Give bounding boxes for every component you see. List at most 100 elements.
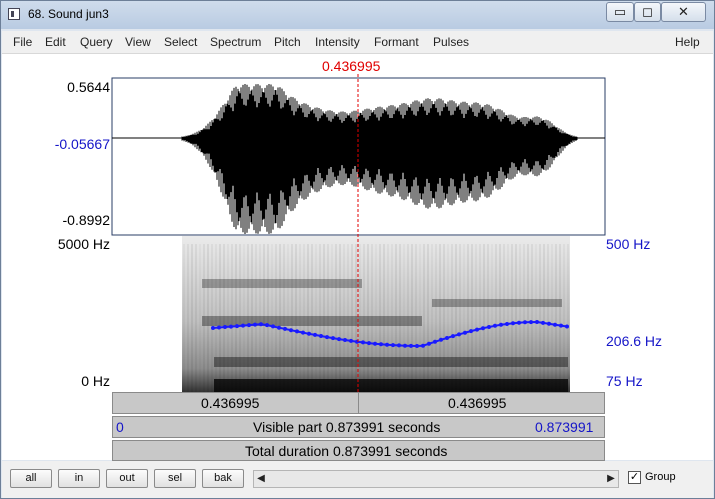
pitch-point xyxy=(283,326,287,331)
pitch-point xyxy=(235,324,239,329)
spectrogram-band xyxy=(214,379,568,393)
pitch-point xyxy=(307,331,311,336)
pitch-point xyxy=(463,330,467,335)
zoom-in-button[interactable]: in xyxy=(58,469,100,488)
pitch-point xyxy=(289,328,293,333)
pitch-point xyxy=(217,325,221,330)
spectrogram-band xyxy=(214,357,568,367)
pitch-point xyxy=(451,334,455,339)
scroll-left-icon[interactable]: ◀ xyxy=(254,471,268,487)
menu-edit[interactable]: Edit xyxy=(45,35,66,49)
pitch-point xyxy=(409,343,413,348)
segment-divider xyxy=(358,393,359,413)
pitch-point xyxy=(259,322,263,327)
pitch-point xyxy=(379,342,383,347)
left-segment-duration: 0.436995 xyxy=(201,395,260,411)
menu-spectrum[interactable]: Spectrum xyxy=(210,35,261,49)
scroll-right-icon[interactable]: ▶ xyxy=(604,471,618,487)
pitch-point xyxy=(391,343,395,348)
maximize-icon: ◻ xyxy=(642,4,653,19)
pitch-point xyxy=(445,336,449,340)
pitch-point xyxy=(295,329,299,334)
zoom-selection-button[interactable]: sel xyxy=(154,469,196,488)
group-checkbox[interactable]: ✓ xyxy=(628,471,641,484)
zoom-all-button[interactable]: all xyxy=(10,469,52,488)
pitch-point xyxy=(331,336,335,341)
bottom-toolbar: all in out sel bak ◀ ▶ ✓ Group xyxy=(2,461,713,498)
visible-start-time: 0 xyxy=(116,419,124,435)
pitch-point xyxy=(277,325,281,330)
group-label: Group xyxy=(645,471,676,483)
pitch-point xyxy=(493,323,497,328)
pitch-point xyxy=(385,342,389,347)
right-segment-duration: 0.436995 xyxy=(448,395,507,411)
pitch-point xyxy=(481,326,485,331)
zoom-back-button[interactable]: bak xyxy=(202,469,244,488)
close-icon: ✕ xyxy=(678,4,689,19)
sound-editor-area: 0.436995 0.5644 -0.05667 -0.8992 5000 Hz… xyxy=(2,54,713,461)
total-duration-panel[interactable]: Total duration 0.873991 seconds xyxy=(112,440,605,461)
menu-file[interactable]: File xyxy=(13,35,32,49)
pitch-point xyxy=(469,329,473,334)
pitch-point xyxy=(541,320,545,325)
pitch-point xyxy=(559,323,563,328)
pitch-point xyxy=(517,320,521,325)
pitch-point xyxy=(397,343,401,348)
pitch-point xyxy=(427,341,431,346)
pitch-point xyxy=(487,325,491,329)
pitch-point xyxy=(349,338,353,343)
pitch-point xyxy=(511,321,515,326)
zoom-out-button[interactable]: out xyxy=(106,469,148,488)
menu-select[interactable]: Select xyxy=(164,35,197,49)
segment-panel[interactable]: 0.436995 0.436995 xyxy=(112,392,605,414)
pitch-point xyxy=(457,332,461,337)
pitch-point xyxy=(421,343,425,348)
pitch-point xyxy=(265,323,269,328)
pitch-point xyxy=(337,337,341,342)
pitch-point xyxy=(415,344,419,348)
pitch-point xyxy=(343,338,347,342)
visible-part-panel[interactable]: 0 Visible part 0.873991 seconds 0.873991 xyxy=(112,416,605,438)
pitch-point xyxy=(325,335,329,340)
visible-part-text: Visible part 0.873991 seconds xyxy=(253,419,441,435)
title-bar[interactable]: 68. Sound jun3 ▭ ◻ ✕ xyxy=(1,1,714,29)
menu-pitch[interactable]: Pitch xyxy=(274,35,301,49)
pitch-point xyxy=(499,322,503,327)
praat-sound-window: 68. Sound jun3 ▭ ◻ ✕ File Edit Query Vie… xyxy=(0,0,715,499)
horizontal-scrollbar[interactable]: ◀ ▶ xyxy=(253,470,619,488)
pitch-point xyxy=(313,332,317,337)
pitch-point xyxy=(271,324,275,329)
pitch-point xyxy=(211,326,215,330)
pitch-point xyxy=(361,340,365,345)
pitch-point xyxy=(475,327,479,332)
pitch-point xyxy=(241,323,245,328)
pitch-point xyxy=(553,322,557,327)
app-icon xyxy=(8,8,20,20)
visible-end-time: 0.873991 xyxy=(535,419,594,435)
menu-intensity[interactable]: Intensity xyxy=(315,35,360,49)
pitch-point xyxy=(535,320,539,324)
pitch-point xyxy=(523,320,527,325)
close-button[interactable]: ✕ xyxy=(661,2,706,22)
minimize-button[interactable]: ▭ xyxy=(606,2,634,22)
menu-pulses[interactable]: Pulses xyxy=(433,35,469,49)
pitch-point xyxy=(367,341,371,346)
pitch-point xyxy=(547,321,551,326)
menu-bar: File Edit Query View Select Spectrum Pit… xyxy=(2,31,713,54)
pitch-point xyxy=(223,325,227,329)
pitch-point xyxy=(247,323,251,328)
menu-view[interactable]: View xyxy=(125,35,151,49)
menu-query[interactable]: Query xyxy=(80,35,113,49)
pitch-point xyxy=(403,343,407,348)
pitch-point xyxy=(529,320,533,325)
menu-formant[interactable]: Formant xyxy=(374,35,419,49)
maximize-button[interactable]: ◻ xyxy=(634,2,661,22)
pitch-point xyxy=(565,324,569,329)
window-title: 68. Sound jun3 xyxy=(28,7,109,21)
total-duration-text: Total duration 0.873991 seconds xyxy=(245,443,448,459)
minimize-icon: ▭ xyxy=(613,4,627,19)
pitch-point xyxy=(433,339,437,344)
pitch-point xyxy=(253,322,257,327)
pitch-point xyxy=(505,322,509,326)
menu-help[interactable]: Help xyxy=(675,35,700,49)
